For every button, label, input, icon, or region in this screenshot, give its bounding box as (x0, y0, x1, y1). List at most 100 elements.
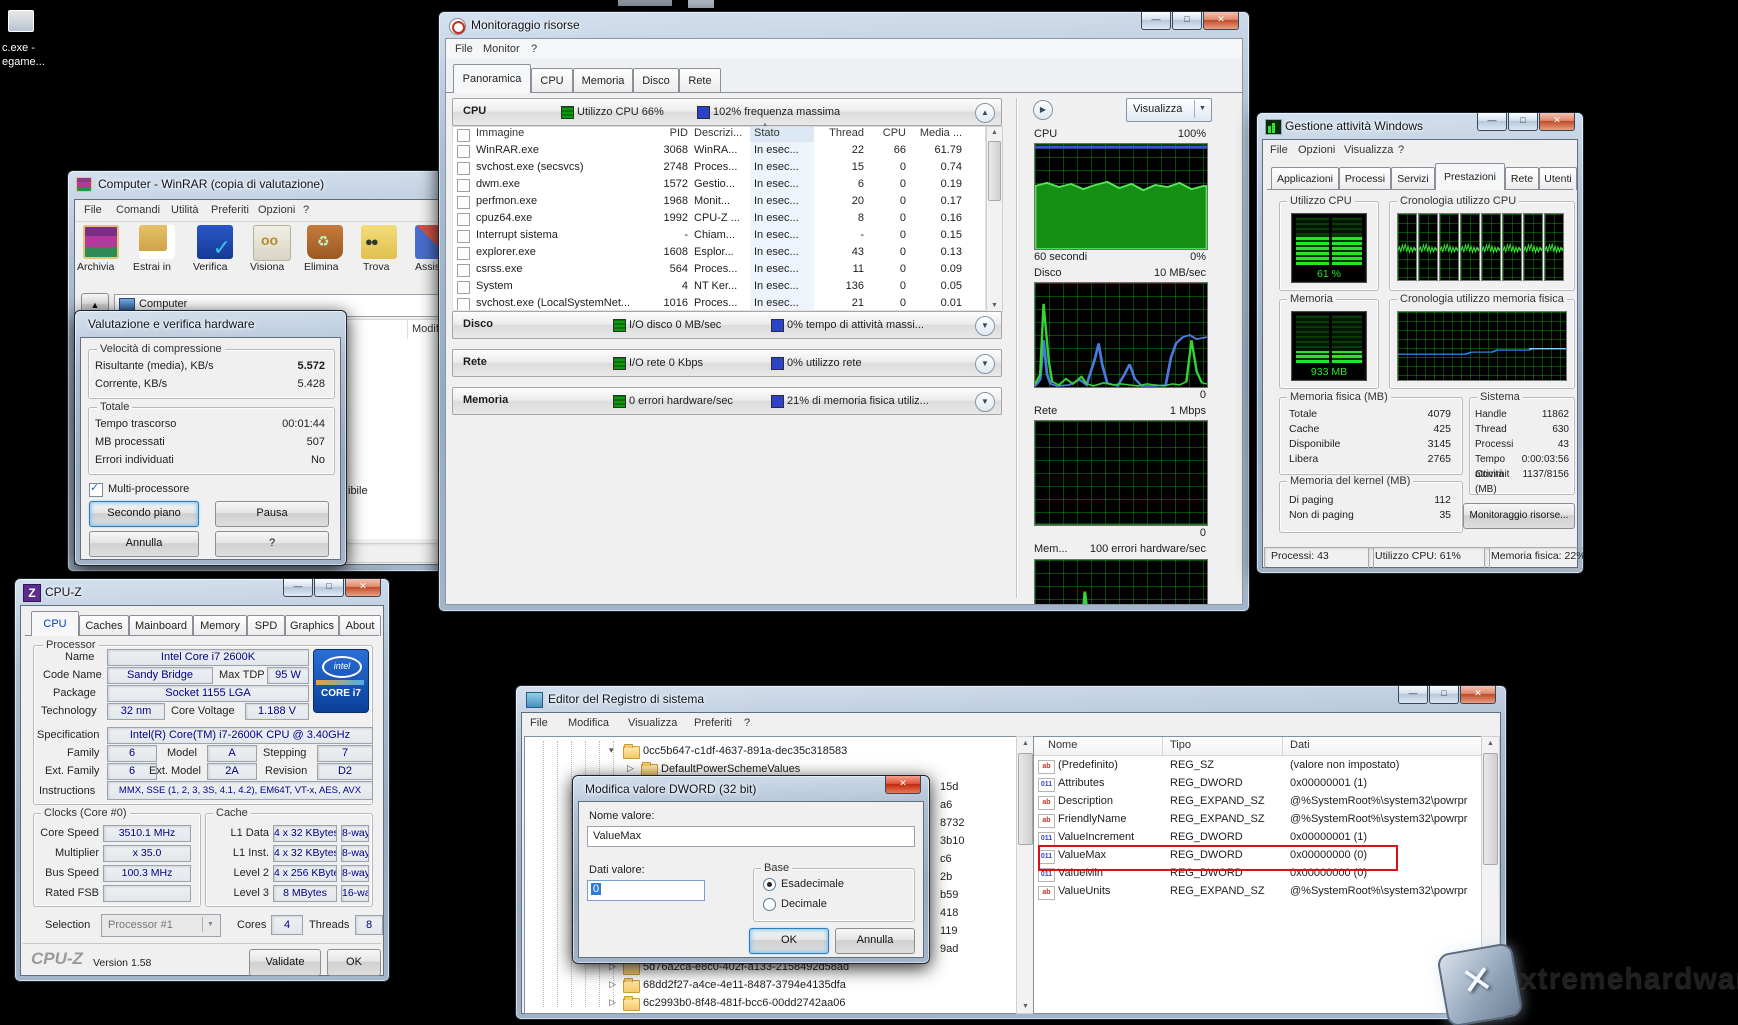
tree-item-clipped[interactable]: 15d (940, 781, 958, 793)
regedit-values-pane[interactable]: Nome Tipo Dati ab(Predefinito)REG_SZ(val… (1033, 736, 1483, 1014)
col-immagine[interactable]: Immagine (476, 127, 644, 143)
tab-disco[interactable]: Disco (633, 68, 679, 93)
tab-prestazioni[interactable]: Prestazioni (1435, 163, 1505, 190)
value-name-field[interactable]: ValueMax (587, 826, 915, 847)
values-header[interactable]: Nome Tipo Dati (1034, 737, 1482, 756)
tab-panoramica[interactable]: Panoramica (453, 64, 531, 93)
row-checkbox[interactable] (457, 281, 470, 294)
tree-item-clipped[interactable]: 3b10 (940, 835, 964, 847)
tree-item[interactable]: 68dd2f27-a4ce-4e11-8487-3794e4135dfa (643, 979, 846, 991)
minimize-button[interactable]: — (1141, 12, 1171, 30)
rm-menu-monitor[interactable]: Monitor (483, 43, 520, 55)
tree-item-clipped[interactable]: c6 (940, 853, 952, 865)
row-checkbox[interactable] (457, 264, 470, 277)
tm-menu-visualizza[interactable]: Visualizza (1344, 144, 1393, 156)
tm-menu-file[interactable]: File (1270, 144, 1288, 156)
col-media[interactable]: Media ... (906, 127, 966, 143)
scroll-down-icon[interactable]: ▼ (1017, 1003, 1034, 1010)
process-row[interactable]: csrss.exe564Proces...In esec...1100.09 (453, 261, 985, 278)
process-row[interactable]: cpuz64.exe1992CPU-Z ...In esec...800.16 (453, 210, 985, 227)
background-button[interactable]: Secondo piano (89, 501, 199, 527)
close-button[interactable]: ✕ (1539, 113, 1575, 131)
collapse-chevron-icon[interactable]: ▲ (975, 103, 995, 123)
column-divider[interactable] (1282, 737, 1283, 755)
tab-rete[interactable]: Rete (1505, 167, 1539, 190)
ok-button[interactable]: OK (749, 928, 829, 954)
row-checkbox[interactable] (457, 179, 470, 192)
scroll-thumb[interactable] (988, 141, 1001, 201)
close-button[interactable]: ✕ (1460, 686, 1496, 704)
maximize-button[interactable]: □ (1508, 113, 1538, 131)
tab-memory[interactable]: Memory (193, 615, 247, 636)
desktop-shortcut-icon[interactable] (8, 10, 34, 32)
winrar-menu-opzioni[interactable]: Opzioni (258, 204, 295, 216)
tab-servizi[interactable]: Servizi (1391, 167, 1435, 190)
hex-radio-label[interactable]: Esadecimale (781, 878, 844, 890)
scroll-up-icon[interactable]: ▲ (1017, 740, 1034, 747)
tab-utenti[interactable]: Utenti (1539, 167, 1577, 190)
dec-radio[interactable] (763, 898, 776, 911)
rm-menu-help[interactable]: ? (531, 43, 537, 55)
scroll-down-icon[interactable]: ▼ (987, 302, 1002, 309)
registry-value-row[interactable]: ab(Predefinito)REG_SZ(valore non imposta… (1034, 757, 1482, 775)
tab-cpu[interactable]: CPU (531, 68, 573, 93)
dec-radio-label[interactable]: Decimale (781, 898, 827, 910)
minimize-button[interactable]: — (1398, 686, 1428, 704)
tm-menu-help[interactable]: ? (1398, 144, 1404, 156)
row-checkbox[interactable] (457, 230, 470, 243)
desktop-shortcut-label[interactable]: c.exe - (2, 42, 35, 54)
expand-chevron-icon[interactable]: ▼ (975, 316, 995, 336)
row-checkbox[interactable] (457, 196, 470, 209)
process-row[interactable]: Interrupt sistema-Chiam...In esec...-00.… (453, 227, 985, 244)
tab-cpu[interactable]: CPU (31, 611, 79, 636)
tree-item[interactable]: 0cc5b647-c1df-4637-891a-dec35c318583 (643, 745, 847, 757)
process-row[interactable]: WinRAR.exe3068WinRA...In esec...226661.7… (453, 142, 985, 159)
col-dati[interactable]: Dati (1290, 739, 1310, 751)
tree-item-clipped[interactable]: 418 (940, 907, 958, 919)
row-checkbox[interactable] (457, 213, 470, 226)
row-checkbox[interactable] (457, 162, 470, 175)
tree-item-clipped[interactable]: b59 (940, 889, 958, 901)
col-pid[interactable]: PID (644, 127, 688, 143)
row-checkbox[interactable] (457, 145, 470, 158)
scroll-thumb[interactable] (1483, 753, 1498, 865)
col-descrizione[interactable]: Descrizi... (688, 127, 750, 143)
rm-process-table[interactable]: WinRAR.exe3068WinRA...In esec...226661.7… (452, 142, 986, 311)
winrar-menu-help[interactable]: ? (303, 204, 309, 216)
col-tipo[interactable]: Tipo (1170, 739, 1191, 751)
maximize-button[interactable]: □ (1172, 12, 1202, 30)
scroll-thumb[interactable] (1018, 753, 1033, 845)
winrar-menu-comandi[interactable]: Comandi (116, 204, 160, 216)
select-all-checkbox[interactable] (457, 129, 470, 142)
winrar-menu-file[interactable]: File (84, 204, 102, 216)
reg-menu-modifica[interactable]: Modifica (568, 717, 609, 729)
collapsed-arrow-icon[interactable]: ▷ (609, 997, 616, 1008)
registry-value-row[interactable]: abValueUnitsREG_EXPAND_SZ@%SystemRoot%\s… (1034, 883, 1482, 901)
rm-memoria-section-bar[interactable]: Memoria 0 errori hardware/sec 21% di mem… (452, 387, 1002, 415)
reg-menu-file[interactable]: File (530, 717, 548, 729)
expand-chevron-icon[interactable]: ▼ (975, 354, 995, 374)
rm-view-dropdown[interactable]: Visualizza ▼ (1126, 98, 1212, 122)
splitter[interactable] (1016, 98, 1018, 598)
rm-cpu-section-bar[interactable]: CPU Utilizzo CPU 66% 102% frequenza mass… (452, 98, 1002, 126)
pause-button[interactable]: Pausa (215, 501, 329, 527)
tree-item-clipped[interactable]: 2b (940, 871, 952, 883)
rm-disco-section-bar[interactable]: Disco I/O disco 0 MB/sec 0% tempo di att… (452, 311, 1002, 339)
panel-expander-icon[interactable]: ▶ (1033, 100, 1053, 120)
tree-item[interactable]: DefaultPowerSchemeValues (661, 763, 800, 775)
col-stato-sorted[interactable]: Stato (750, 127, 814, 143)
ok-button[interactable]: OK (327, 949, 381, 976)
minimize-button[interactable]: — (1477, 113, 1507, 131)
tree-item-clipped[interactable]: 8732 (940, 817, 964, 829)
process-row[interactable]: svchost.exe (LocalSystemNet...1016Proces… (453, 295, 985, 311)
tree-item[interactable]: 6c2993b0-8f48-481f-bcc6-00dd2742aa06 (643, 997, 845, 1009)
close-button[interactable]: ✕ (345, 579, 381, 597)
row-checkbox[interactable] (457, 247, 470, 260)
tab-rete[interactable]: Rete (679, 68, 721, 93)
hex-radio[interactable] (763, 878, 776, 891)
resource-monitor-button[interactable]: Monitoraggio risorse... (1463, 503, 1575, 529)
winrar-menu-preferiti[interactable]: Preferiti (211, 204, 249, 216)
maximize-button[interactable]: □ (314, 579, 344, 597)
rm-menu-file[interactable]: File (455, 43, 473, 55)
winrar-menu-utilita[interactable]: Utilità (171, 204, 199, 216)
